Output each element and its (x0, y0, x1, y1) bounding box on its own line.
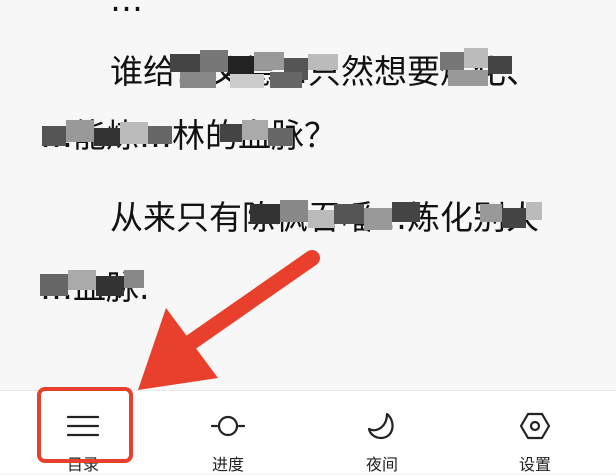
moon-icon (367, 412, 394, 440)
progress-button[interactable]: 进度 (173, 391, 283, 474)
text-line: 谁给…父德…只然想要炼化、 (110, 52, 539, 91)
toc-label: 目录 (66, 455, 99, 474)
menu-icon (66, 415, 100, 437)
toc-button[interactable]: 目录 (28, 391, 138, 474)
settings-button[interactable]: 设置 (480, 391, 590, 474)
text-line: … (110, 0, 143, 20)
reader-content: … 谁给…父德…只然想要炼化、 …能炼…林的血脉？ 从来只有陈枫吞噃…炼化别人 … (0, 0, 616, 390)
night-mode-button[interactable]: 夜间 (327, 391, 437, 474)
text-line: 从来只有陈枫吞噃…炼化别人 (110, 198, 539, 237)
settings-label: 设置 (518, 455, 551, 474)
text-line: …能炼…林的血脉？ (40, 116, 337, 155)
hexagon-gear-icon (519, 412, 551, 440)
bottom-toolbar: 目录 进度 夜间 设置 (0, 390, 616, 474)
progress-label: 进度 (211, 455, 244, 474)
progress-slider-icon (211, 415, 245, 437)
night-label: 夜间 (365, 455, 398, 474)
text-line: …血脉. (40, 268, 150, 307)
